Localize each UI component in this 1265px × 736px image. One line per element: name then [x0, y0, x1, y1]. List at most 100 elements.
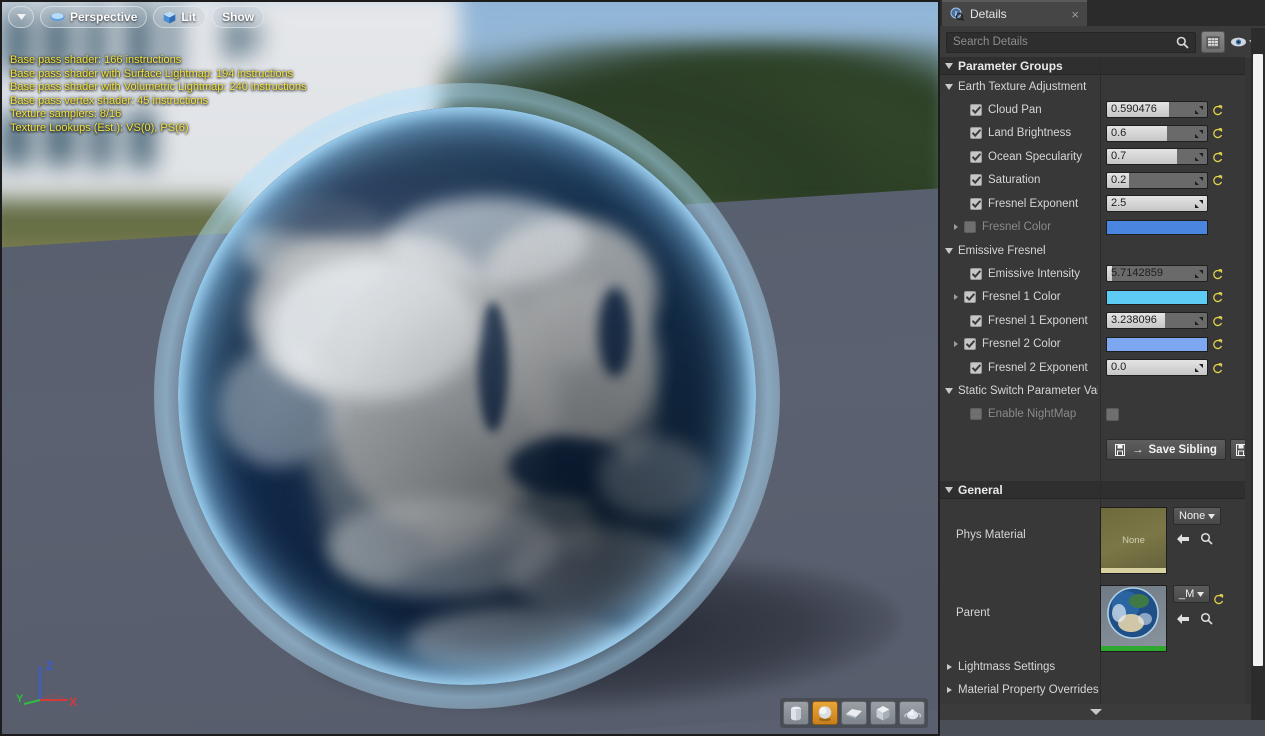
drag-handle-icon[interactable] — [1194, 363, 1204, 373]
stat-line: Base pass shader with Volumetric Lightma… — [10, 81, 307, 93]
preview-shape-plane[interactable] — [841, 701, 867, 725]
drag-handle-icon[interactable] — [1194, 152, 1204, 162]
preview-shape-sphere[interactable] — [812, 701, 838, 725]
param-checkbox[interactable] — [970, 314, 982, 327]
chevron-double-down-icon — [1089, 709, 1102, 715]
section-header-general[interactable]: General — [940, 481, 1245, 499]
back-arrow-icon[interactable] — [1176, 533, 1190, 545]
param-checkbox[interactable] — [970, 174, 982, 187]
param-row-fresnel-2-exponent[interactable]: Fresnel 2 Exponent 0.0 — [940, 356, 1245, 380]
reset-icon[interactable] — [1212, 151, 1224, 163]
tab-details[interactable]: i Details × — [942, 0, 1087, 26]
param-value: 0.0 — [1111, 361, 1127, 374]
none-asset-thumbnail[interactable]: None — [1100, 507, 1167, 574]
nightmap-value-checkbox[interactable] — [1106, 407, 1119, 421]
color-swatch-fresnel-color[interactable] — [1106, 219, 1208, 235]
search-input[interactable]: Search Details — [946, 31, 1196, 53]
reset-icon[interactable] — [1212, 104, 1224, 116]
asset-picker-dropdown-phys-material[interactable]: None — [1173, 507, 1222, 525]
section-header-parameter-groups[interactable]: Parameter Groups — [940, 57, 1245, 75]
back-arrow-icon[interactable] — [1176, 613, 1190, 625]
save-sibling-button[interactable]: → Save Sibling — [1106, 439, 1226, 460]
material-preview-viewport[interactable]: Perspective Lit Show Base pass shader: 1… — [0, 0, 940, 736]
param-checkbox[interactable] — [970, 361, 982, 374]
details-scrollbar-track[interactable] — [1251, 28, 1265, 728]
grid-view-icon[interactable] — [1201, 31, 1225, 53]
reset-icon[interactable] — [1212, 362, 1224, 374]
param-row-ocean-specularity[interactable]: Ocean Specularity 0.7 — [940, 145, 1245, 169]
gizmo-y-label: Y — [16, 693, 24, 705]
reset-icon[interactable] — [1212, 174, 1224, 186]
drag-handle-icon[interactable] — [1194, 105, 1204, 115]
reset-icon[interactable] — [1213, 593, 1225, 605]
reset-icon[interactable] — [1212, 338, 1224, 350]
param-row-fresnel-exponent[interactable]: Fresnel Exponent 2.5 — [940, 192, 1245, 216]
browse-icon[interactable] — [1200, 612, 1213, 625]
param-checkbox[interactable] — [970, 267, 982, 280]
chevron-right-icon — [947, 663, 952, 670]
viewport-show-button[interactable]: Show — [212, 6, 265, 28]
group-header-static-switch-parameter-values[interactable]: Static Switch Parameter Valu — [940, 380, 1245, 403]
group-header-emissive-fresnel[interactable]: Emissive Fresnel — [940, 239, 1245, 262]
asset-picker-dropdown-parent[interactable]: _M — [1173, 585, 1211, 603]
param-checkbox[interactable] — [970, 197, 982, 210]
param-checkbox[interactable] — [970, 150, 982, 163]
preview-shape-teapot[interactable] — [899, 701, 925, 725]
scroll-down-button[interactable] — [940, 704, 1251, 720]
param-value-input[interactable]: 5.7142859 — [1106, 265, 1208, 283]
param-label: Fresnel Exponent — [988, 197, 1079, 210]
param-value-input[interactable]: 0.2 — [1106, 171, 1208, 189]
chevron-right-icon[interactable] — [954, 294, 958, 301]
reset-icon[interactable] — [1212, 127, 1224, 139]
param-checkbox[interactable] — [964, 338, 976, 351]
param-checkbox[interactable] — [964, 291, 976, 304]
param-value-input[interactable]: 0.7 — [1106, 148, 1208, 166]
close-icon[interactable]: × — [1071, 7, 1079, 22]
param-checkbox[interactable] — [970, 408, 982, 421]
param-row-enable-nightmap[interactable]: Enable NightMap — [940, 403, 1245, 427]
drag-handle-icon[interactable] — [1194, 199, 1204, 209]
preview-sphere-earth[interactable] — [154, 83, 780, 709]
reset-icon[interactable] — [1212, 315, 1224, 327]
param-value-input[interactable]: 0.6 — [1106, 124, 1208, 142]
param-value-input[interactable]: 0.0 — [1106, 359, 1208, 377]
color-swatch-fresnel-2-color[interactable] — [1106, 336, 1208, 352]
param-row-fresnel-1-exponent[interactable]: Fresnel 1 Exponent 3.238096 — [940, 309, 1245, 333]
color-swatch-fresnel-1-color[interactable] — [1106, 289, 1208, 305]
param-row-land-brightness[interactable]: Land Brightness 0.6 — [940, 122, 1245, 146]
param-row-emissive-intensity[interactable]: Emissive Intensity 5.7142859 — [940, 262, 1245, 286]
preview-shape-cylinder[interactable] — [783, 701, 809, 725]
param-value-input[interactable]: 0.590476 — [1106, 101, 1208, 119]
reset-icon[interactable] — [1212, 268, 1224, 280]
group-header-earth-texture-adjustment[interactable]: Earth Texture Adjustment — [940, 75, 1245, 98]
drag-handle-icon[interactable] — [1194, 176, 1204, 186]
drag-handle-icon[interactable] — [1194, 269, 1204, 279]
earth-material-thumbnail[interactable] — [1100, 585, 1167, 652]
chevron-down-icon — [945, 388, 953, 394]
drag-handle-icon[interactable] — [1194, 316, 1204, 326]
save-child-button[interactable] — [1229, 439, 1245, 460]
reset-icon[interactable] — [1212, 291, 1224, 303]
collapsed-section-material-property-overrides[interactable]: Material Property Overrides — [940, 678, 1245, 701]
details-scrollbar-thumb[interactable] — [1253, 54, 1263, 666]
param-value-input[interactable]: 3.238096 — [1106, 312, 1208, 330]
details-search-row: Search Details — [940, 26, 1265, 58]
param-checkbox[interactable] — [970, 103, 982, 116]
param-checkbox[interactable] — [964, 221, 976, 234]
param-value-input[interactable]: 2.5 — [1106, 195, 1208, 213]
viewport-viewmode-button[interactable]: Lit — [153, 6, 207, 28]
param-row-fresnel-2-color[interactable]: Fresnel 2 Color — [940, 333, 1245, 357]
param-row-saturation[interactable]: Saturation 0.2 — [940, 169, 1245, 193]
param-row-cloud-pan[interactable]: Cloud Pan 0.590476 — [940, 98, 1245, 122]
param-row-fresnel-color[interactable]: Fresnel Color — [940, 216, 1245, 240]
viewport-camera-button[interactable]: Perspective — [40, 6, 148, 28]
viewport-menu-button[interactable] — [8, 6, 34, 28]
chevron-right-icon[interactable] — [954, 341, 958, 348]
browse-icon[interactable] — [1200, 532, 1213, 545]
preview-shape-cube[interactable] — [870, 701, 896, 725]
param-row-fresnel-1-color[interactable]: Fresnel 1 Color — [940, 286, 1245, 310]
drag-handle-icon[interactable] — [1194, 129, 1204, 139]
collapsed-section-lightmass-settings[interactable]: Lightmass Settings — [940, 655, 1245, 678]
chevron-right-icon[interactable] — [954, 224, 958, 231]
param-checkbox[interactable] — [970, 127, 982, 140]
